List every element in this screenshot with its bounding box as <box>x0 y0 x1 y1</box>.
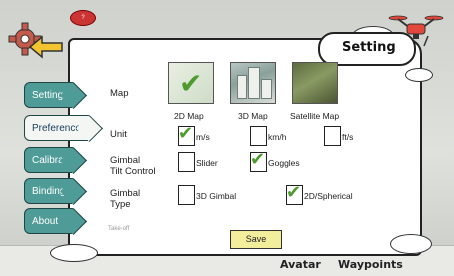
tab-setting[interactable]: Setting <box>24 82 87 109</box>
map-option-satellite[interactable] <box>292 62 338 104</box>
avatar-link[interactable]: Avatar <box>280 258 321 271</box>
decor-cloud <box>390 234 432 254</box>
gimbal-tilt-label-line1: Gimbal <box>110 155 141 166</box>
help-icon[interactable]: ? <box>70 10 96 26</box>
tab-binding[interactable]: Binding <box>24 178 87 205</box>
building-shape <box>237 75 247 99</box>
gimbal-2d-checkbox[interactable]: ✔ <box>286 182 303 205</box>
tab-label: About <box>32 216 59 227</box>
tilt-slider-checkbox[interactable] <box>178 152 195 172</box>
page-title: Setting <box>342 40 396 55</box>
tilt-goggles-label: Goggles <box>268 158 300 168</box>
tab-calibration[interactable]: Calibration <box>24 147 87 174</box>
building-shape <box>248 67 260 99</box>
gimbal-3d-checkbox[interactable] <box>178 185 195 205</box>
unit-kmh-checkbox[interactable] <box>250 126 267 146</box>
check-icon: ✔ <box>178 123 194 144</box>
map-option-2d[interactable]: ✔ <box>168 62 214 104</box>
unit-ms-label: m/s <box>196 132 210 142</box>
tab-about[interactable]: About <box>24 208 87 235</box>
save-button[interactable]: Save <box>230 230 282 249</box>
gimbal-tilt-label-line2: Tilt Control <box>110 166 156 177</box>
tilt-slider-label: Slider <box>196 158 218 168</box>
tab-label: Setting <box>32 90 64 101</box>
unit-label: Unit <box>110 129 127 140</box>
tilt-goggles-checkbox[interactable]: ✔ <box>250 149 267 172</box>
gimbal-type-label-line1: Gimbal <box>110 188 141 199</box>
building-shape <box>261 79 272 99</box>
check-icon: ✔ <box>179 67 203 100</box>
tab-preferences[interactable]: Preferences <box>24 115 103 142</box>
map-caption-2d: 2D Map <box>174 111 204 121</box>
unit-fts-label: ft/s <box>342 132 354 142</box>
map-option-3d[interactable] <box>230 62 276 104</box>
partial-row-label: Take-off <box>108 226 130 232</box>
check-icon: ✔ <box>250 149 266 170</box>
decor-cloud <box>50 244 98 262</box>
unit-fts-checkbox[interactable] <box>324 126 341 146</box>
back-arrow-icon[interactable] <box>28 34 64 60</box>
unit-kmh-label: km/h <box>268 132 287 142</box>
unit-ms-checkbox[interactable]: ✔ <box>178 123 195 146</box>
waypoints-link[interactable]: Waypoints <box>338 258 403 271</box>
decor-cloud <box>405 68 433 82</box>
gimbal-2d-label: 2D/Spherical <box>304 191 353 201</box>
check-icon: ✔ <box>286 182 302 203</box>
gimbal-type-label-line2: Type <box>110 199 131 210</box>
map-caption-satellite: Satellite Map <box>290 111 340 121</box>
gimbal-3d-label: 3D Gimbal <box>196 191 237 201</box>
map-label: Map <box>110 88 129 99</box>
map-caption-3d: 3D Map <box>238 111 268 121</box>
